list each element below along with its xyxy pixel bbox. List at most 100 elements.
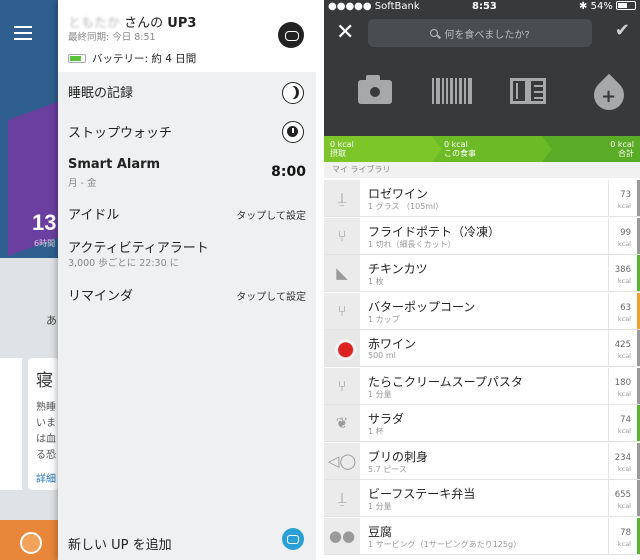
food-serving: 1 分量 bbox=[368, 389, 392, 399]
food-serving: 500 ml bbox=[368, 351, 396, 360]
food-serving: 1 カップ bbox=[368, 314, 400, 324]
library-header: マイ ライブラリ bbox=[324, 162, 640, 178]
sandwich-icon: ◣ bbox=[324, 255, 360, 291]
food-kcal-box: 180 kcal bbox=[608, 367, 634, 404]
salad-icon: ❦ bbox=[324, 405, 360, 441]
status-bar: ●●●●● SoftBank 8:53 ✱ 54% bbox=[324, 0, 640, 14]
menu-book-icon[interactable] bbox=[510, 72, 550, 112]
stopwatch-icon[interactable] bbox=[282, 121, 304, 143]
food-kcal-box: 78 kcal bbox=[608, 517, 634, 554]
up-app-screen: 13 6時間 あ 寝 熟睡 いま は血 る恐 詳細 ともたか さんの UP3 最… bbox=[0, 0, 316, 560]
food-name: バターポップコーン bbox=[368, 299, 476, 314]
food-kcal-value: 234 bbox=[614, 452, 631, 463]
status-right: ✱ 54% bbox=[579, 1, 636, 12]
menu-item-activity-alert[interactable]: アクティビティアラート bbox=[68, 237, 306, 256]
clock: 8:53 bbox=[472, 1, 497, 12]
kcal-total: 0 kcal 合計 bbox=[610, 140, 634, 158]
water-drop-icon[interactable]: + bbox=[587, 72, 631, 117]
food-name: ビーフステーキ弁当 bbox=[368, 487, 476, 501]
food-name: 豆腐 bbox=[368, 524, 393, 539]
food-row[interactable]: ⍊ ロゼワイン 1 グラス （105ml） 73 kcal bbox=[324, 180, 640, 217]
menu-item-label: アイドル bbox=[68, 208, 120, 223]
food-serving: 1 切れ（細長くカット） bbox=[368, 239, 456, 249]
background-small-text: 6時間 bbox=[34, 239, 56, 248]
food-kcal-value: 99 bbox=[620, 227, 631, 238]
band-icon[interactable] bbox=[278, 22, 304, 48]
fork-knife-icon: ⑂ bbox=[324, 217, 360, 254]
food-kcal-value: 425 bbox=[614, 340, 631, 350]
add-band-icon[interactable] bbox=[282, 528, 304, 550]
menu-item-label: リマインダ bbox=[68, 289, 134, 304]
background-footer-icon bbox=[20, 532, 42, 554]
food-row[interactable]: ❦ サラダ 1 杯 74 kcal bbox=[324, 405, 640, 442]
food-kcal-value: 655 bbox=[614, 490, 631, 500]
food-row[interactable]: ◣ チキンカツ 1 枚 386 kcal bbox=[324, 255, 640, 292]
menu-item-stopwatch[interactable]: ストップウォッチ bbox=[68, 122, 306, 141]
bluetooth-icon: ✱ bbox=[579, 1, 588, 12]
food-kcal-unit: kcal bbox=[617, 277, 631, 285]
idle-setting[interactable]: タップして設定 bbox=[236, 207, 306, 222]
battery-percent: 54% bbox=[590, 1, 613, 12]
hamburger-menu-icon[interactable] bbox=[14, 26, 32, 40]
food-row[interactable]: ⑂ バターポップコーン 1 カップ 63 kcal bbox=[324, 292, 640, 330]
food-serving: 1 分量 bbox=[368, 502, 392, 511]
battery-icon bbox=[616, 1, 636, 10]
food-row[interactable]: ●● 豆腐 1 サービング（1サービングあたり125g） 78 kcal bbox=[324, 517, 640, 555]
food-kcal-value: 73 bbox=[620, 190, 631, 200]
food-kcal-value: 386 bbox=[614, 265, 631, 275]
carrier: ●●●●● SoftBank bbox=[328, 1, 420, 12]
reminder-setting[interactable]: タップして設定 bbox=[236, 288, 306, 303]
kcal-intake: 0 kcal 摂取 bbox=[330, 140, 354, 158]
smart-alarm-time[interactable]: 8:00 bbox=[271, 164, 306, 180]
battery-text: バッテリー: 約 4 日間 bbox=[92, 53, 197, 65]
search-input[interactable]: 何を食べましたか? bbox=[368, 19, 592, 47]
menu-item-label: Smart Alarm bbox=[68, 157, 161, 172]
menu-item-label: アクティビティアラート bbox=[68, 241, 209, 256]
food-kcal-unit: kcal bbox=[617, 464, 631, 473]
food-kcal-unit: kcal bbox=[617, 427, 631, 435]
fork-knife-icon: ⑂ bbox=[324, 367, 360, 404]
last-sync: 最終同期: 今日 8:51 bbox=[68, 32, 156, 43]
food-kcal-value: 180 bbox=[614, 377, 631, 388]
food-serving: 1 サービング（1サービングあたり125g） bbox=[368, 539, 522, 549]
moon-icon[interactable] bbox=[282, 82, 304, 104]
background-card-line: いま bbox=[36, 418, 56, 429]
food-kcal-box: 234 kcal bbox=[608, 442, 634, 479]
kcal-bar: 0 kcal 摂取 0 kcal この食事 0 kcal 合計 bbox=[324, 136, 640, 162]
food-row[interactable]: ⍊ ビーフステーキ弁当 1 分量 655 kcal bbox=[324, 480, 640, 517]
activity-alert-detail: 3,000 歩ごとに 22:30 に bbox=[68, 258, 180, 269]
food-name: ロゼワイン bbox=[368, 187, 429, 201]
food-kcal-unit: kcal bbox=[617, 239, 631, 248]
background-card-line: 熟睡 bbox=[36, 402, 56, 413]
close-icon[interactable]: ✕ bbox=[336, 20, 354, 45]
drink-icon: ⍊ bbox=[324, 180, 360, 216]
menu-item-label: 睡眠の記録 bbox=[68, 86, 134, 101]
background-card-link: 詳細 bbox=[36, 474, 56, 485]
menu-header: ともたか さんの UP3 最終同期: 今日 8:51 バッテリー: 約 4 日間 bbox=[58, 0, 316, 72]
kcal-total-label: 合計 bbox=[618, 149, 634, 158]
fork-knife-icon: ⑂ bbox=[324, 292, 360, 329]
food-kcal-unit: kcal bbox=[617, 202, 631, 210]
food-kcal-unit: kcal bbox=[617, 314, 631, 323]
food-row[interactable]: ⑂ フライドポテト（冷凍） 1 切れ（細長くカット） 99 kcal bbox=[324, 217, 640, 255]
food-photo bbox=[324, 330, 360, 366]
background-card-left bbox=[0, 358, 22, 490]
background-card-line: る恐 bbox=[36, 450, 56, 461]
background-card-line: は血 bbox=[36, 434, 56, 445]
food-row[interactable]: ⑂ たらこクリームスープパスタ 1 分量 180 kcal bbox=[324, 367, 640, 405]
add-up-button[interactable]: 新しい UP を追加 bbox=[68, 534, 306, 553]
barcode-icon[interactable] bbox=[432, 72, 473, 112]
food-name: 赤ワイン bbox=[368, 337, 417, 351]
food-kcal-box: 99 kcal bbox=[608, 217, 634, 254]
side-menu: ともたか さんの UP3 最終同期: 今日 8:51 バッテリー: 約 4 日間… bbox=[58, 0, 316, 560]
background-char: あ bbox=[46, 314, 57, 327]
camera-icon[interactable] bbox=[356, 72, 396, 112]
food-kcal-unit: kcal bbox=[617, 539, 631, 548]
food-row[interactable]: 赤ワイン 500 ml 425 kcal bbox=[324, 330, 640, 367]
checkmark-icon[interactable]: ✔ bbox=[615, 20, 630, 41]
food-kcal-unit: kcal bbox=[617, 502, 631, 510]
food-name: ブリの刺身 bbox=[368, 449, 429, 464]
food-row[interactable]: ◁◯ ブリの刺身 5.7 ピース 234 kcal bbox=[324, 442, 640, 480]
food-kcal-box: 655 kcal bbox=[608, 480, 634, 516]
menu-item-sleep[interactable]: 睡眠の記録 bbox=[68, 82, 306, 101]
